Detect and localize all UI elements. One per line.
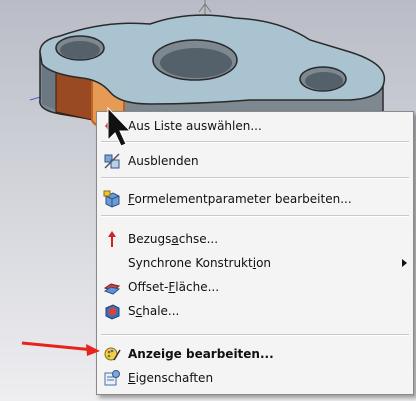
menu-item-synchronous-modeling[interactable]: Synchrone Konstruktion xyxy=(97,251,413,275)
menu-item-hide[interactable]: Ausblenden xyxy=(97,149,413,173)
menu-separator xyxy=(101,177,409,179)
offset-face-icon xyxy=(102,277,122,297)
menu-separator xyxy=(101,141,409,143)
hole-right-inner xyxy=(305,72,343,90)
hole-center-inner xyxy=(160,48,232,78)
shell-icon xyxy=(102,301,122,321)
submenu-arrow-icon xyxy=(402,259,407,267)
menu-item-edit-feature-parameters[interactable]: Formelementparameter bearbeiten... xyxy=(97,187,413,211)
context-menu: Aus Liste auswählen... Ausblenden Formel… xyxy=(96,111,414,395)
menu-item-shell[interactable]: Schale... xyxy=(97,299,413,323)
menu-item-offset-face[interactable]: Offset-Fläche... xyxy=(97,275,413,299)
menu-item-datum-axis[interactable]: Bezugsachse... xyxy=(97,227,413,251)
menu-separator xyxy=(101,334,409,336)
menu-item-edit-display[interactable]: Anzeige bearbeiten... xyxy=(97,342,413,366)
menu-item-select-from-list[interactable]: Aus Liste auswählen... xyxy=(97,114,413,138)
hide-icon xyxy=(102,151,122,171)
menu-separator xyxy=(101,215,409,217)
edit-display-icon xyxy=(102,344,122,364)
select-from-list-icon xyxy=(102,116,122,136)
edit-feature-parameters-icon xyxy=(102,189,122,209)
hole-left-inner xyxy=(60,41,100,59)
properties-icon xyxy=(102,368,122,388)
menu-item-properties[interactable]: Eigenschaften xyxy=(97,366,413,390)
datum-axis-icon xyxy=(102,229,122,249)
